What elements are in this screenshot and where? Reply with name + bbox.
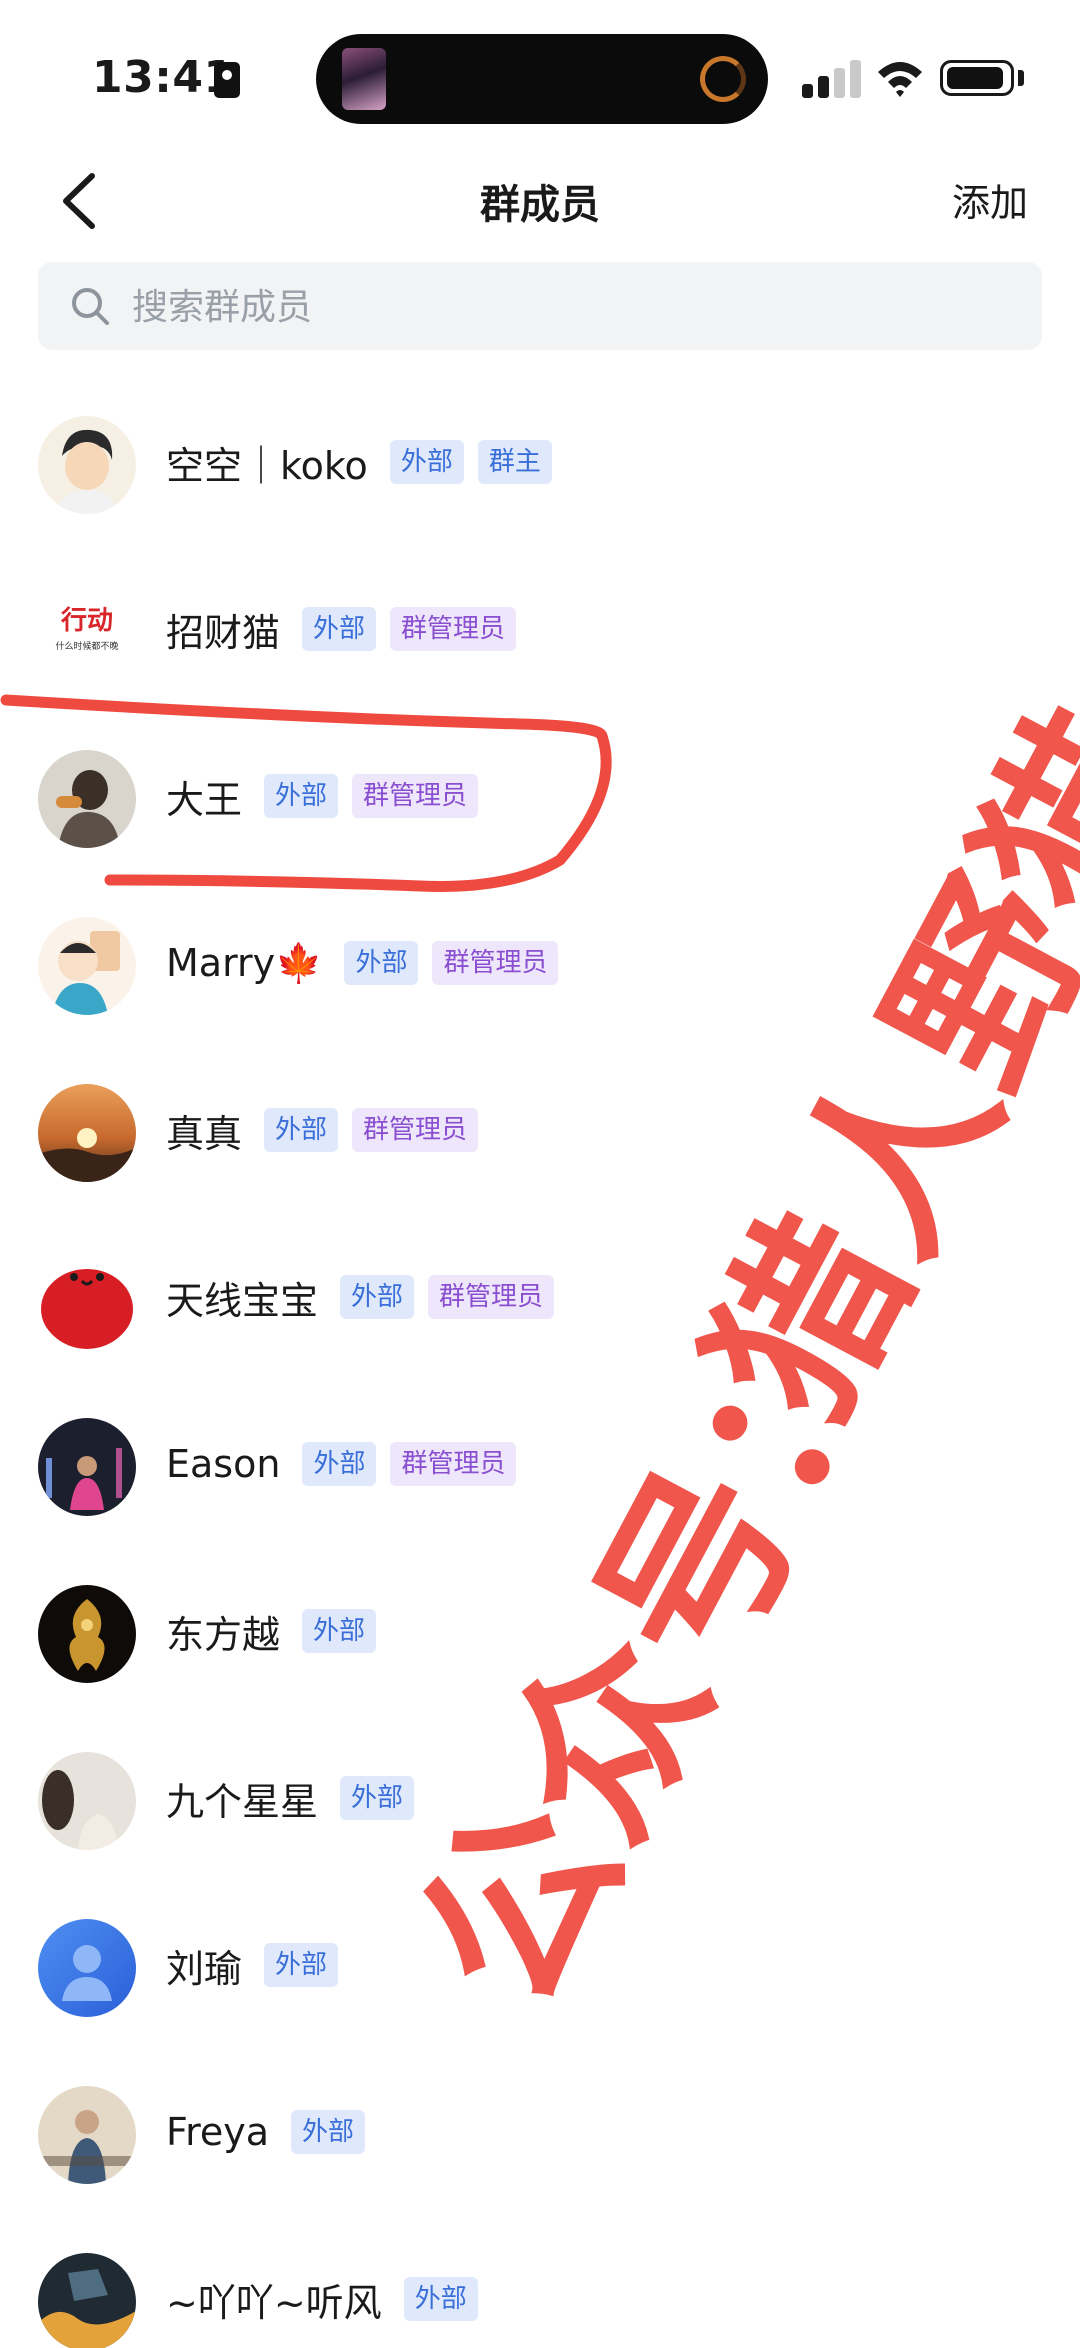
member-name: 招财猫: [166, 610, 281, 655]
external-tag: 外部: [302, 1609, 377, 1653]
battery-icon: [940, 60, 1014, 96]
member-row[interactable]: Marry🍁 外部 群管理员: [0, 903, 1080, 1070]
member-name: 空空｜koko: [166, 443, 368, 488]
member-name: 天线宝宝: [166, 1278, 319, 1323]
external-tag: 外部: [403, 2277, 478, 2321]
member-name-row: 空空｜koko 外部 群主: [166, 432, 566, 492]
member-name-row: 东方越 外部: [166, 1601, 390, 1661]
external-tag: 外部: [340, 1275, 415, 1319]
search-icon: [72, 288, 109, 325]
member-name-row: 刘瑜 外部: [166, 1935, 352, 1995]
avatar-text-main: 行动: [60, 605, 113, 636]
status-bar: 13:41: [0, 0, 1080, 150]
member-row[interactable]: 空空｜koko 外部 群主: [0, 402, 1080, 569]
admin-tag: 群管理员: [432, 941, 559, 985]
progress-ring-icon: [700, 56, 746, 102]
nav-bar: 群成员 添加: [0, 150, 1080, 260]
member-name: 大王: [166, 777, 243, 822]
member-name: 九个星星: [166, 1779, 319, 1824]
member-name-row: 九个星星 外部: [166, 1768, 428, 1828]
member-avatar: [38, 750, 136, 848]
member-name: Marry🍁: [166, 940, 323, 985]
member-name-row: 天线宝宝 外部 群管理员: [166, 1267, 568, 1327]
member-name: Freya: [166, 2110, 270, 2154]
member-row[interactable]: 天线宝宝 外部 群管理员: [0, 1237, 1080, 1404]
wifi-icon: [878, 62, 922, 97]
member-row[interactable]: ~吖吖~听风 外部: [0, 2239, 1080, 2348]
member-avatar: [38, 917, 136, 1015]
member-avatar: [38, 1251, 136, 1349]
member-row[interactable]: 刘瑜 外部: [0, 1905, 1080, 2072]
admin-tag: 群管理员: [352, 774, 479, 818]
external-tag: 外部: [340, 1776, 415, 1820]
member-name-row: Freya 外部: [166, 2102, 379, 2162]
avatar-text-sub: 什么时候都不晚: [55, 640, 118, 652]
external-tag: 外部: [302, 607, 377, 651]
contact-badge-icon: [214, 62, 240, 98]
external-tag: 外部: [344, 941, 419, 985]
member-name-row: Marry🍁 外部 群管理员: [166, 933, 572, 993]
add-member-button[interactable]: 添加: [952, 172, 1028, 227]
member-list: 空空｜koko 外部 群主 行动 什么时候都不晚 招财猫 外部 群管理员 大王 …: [0, 402, 1080, 2348]
member-row[interactable]: 真真 外部 群管理员: [0, 1070, 1080, 1237]
external-tag: 外部: [291, 2110, 366, 2154]
member-row[interactable]: 九个星星 外部: [0, 1738, 1080, 1905]
member-name-row: Eason 外部 群管理员: [166, 1434, 530, 1494]
now-playing-thumbnail: [342, 48, 386, 110]
member-name-row: 真真 外部 群管理员: [166, 1100, 492, 1160]
admin-tag: 群管理员: [352, 1108, 479, 1152]
external-tag: 外部: [264, 1108, 339, 1152]
search-input[interactable]: [130, 276, 1014, 338]
member-avatar: [38, 416, 136, 514]
member-avatar: [38, 2086, 136, 2184]
admin-tag: 群管理员: [390, 607, 517, 651]
member-row[interactable]: Freya 外部: [0, 2072, 1080, 2239]
member-name-row: 招财猫 外部 群管理员: [166, 599, 530, 659]
admin-tag: 群管理员: [428, 1275, 555, 1319]
group-members-screen: 13:41 群成员 添加 搜索群成员 空空｜koko 外部 群主 行动 什么时候…: [0, 0, 1080, 2348]
member-avatar: [38, 1084, 136, 1182]
member-name: ~吖吖~听风: [166, 2280, 382, 2325]
member-avatar: [38, 2253, 136, 2348]
member-row[interactable]: 行动 什么时候都不晚 招财猫 外部 群管理员: [0, 569, 1080, 736]
member-row[interactable]: 大王 外部 群管理员: [0, 736, 1080, 903]
member-name: 东方越: [166, 1612, 281, 1657]
member-row[interactable]: 东方越 外部: [0, 1571, 1080, 1738]
member-row[interactable]: Eason 外部 群管理员: [0, 1404, 1080, 1571]
external-tag: 外部: [302, 1442, 377, 1486]
cellular-signal-icon: [802, 60, 864, 98]
member-name-row: 大王 外部 群管理员: [166, 766, 492, 826]
page-title: 群成员: [480, 182, 600, 228]
member-name: 真真: [166, 1111, 243, 1156]
member-name: 刘瑜: [166, 1946, 243, 1991]
search-bar[interactable]: [38, 262, 1042, 350]
member-name-row: ~吖吖~听风 外部: [166, 2269, 492, 2329]
default-avatar-icon: [38, 1919, 136, 2017]
external-tag: 外部: [264, 1943, 339, 1987]
member-avatar: [38, 1752, 136, 1850]
owner-tag: 群主: [477, 440, 552, 484]
member-name: Eason: [166, 1442, 281, 1486]
battery-cap: [1018, 70, 1024, 86]
dynamic-island[interactable]: [316, 34, 768, 124]
external-tag: 外部: [389, 440, 464, 484]
external-tag: 外部: [264, 774, 339, 818]
member-avatar: 行动 什么时候都不晚: [38, 583, 136, 681]
admin-tag: 群管理员: [390, 1442, 517, 1486]
member-avatar: [38, 1585, 136, 1683]
member-avatar: [38, 1418, 136, 1516]
